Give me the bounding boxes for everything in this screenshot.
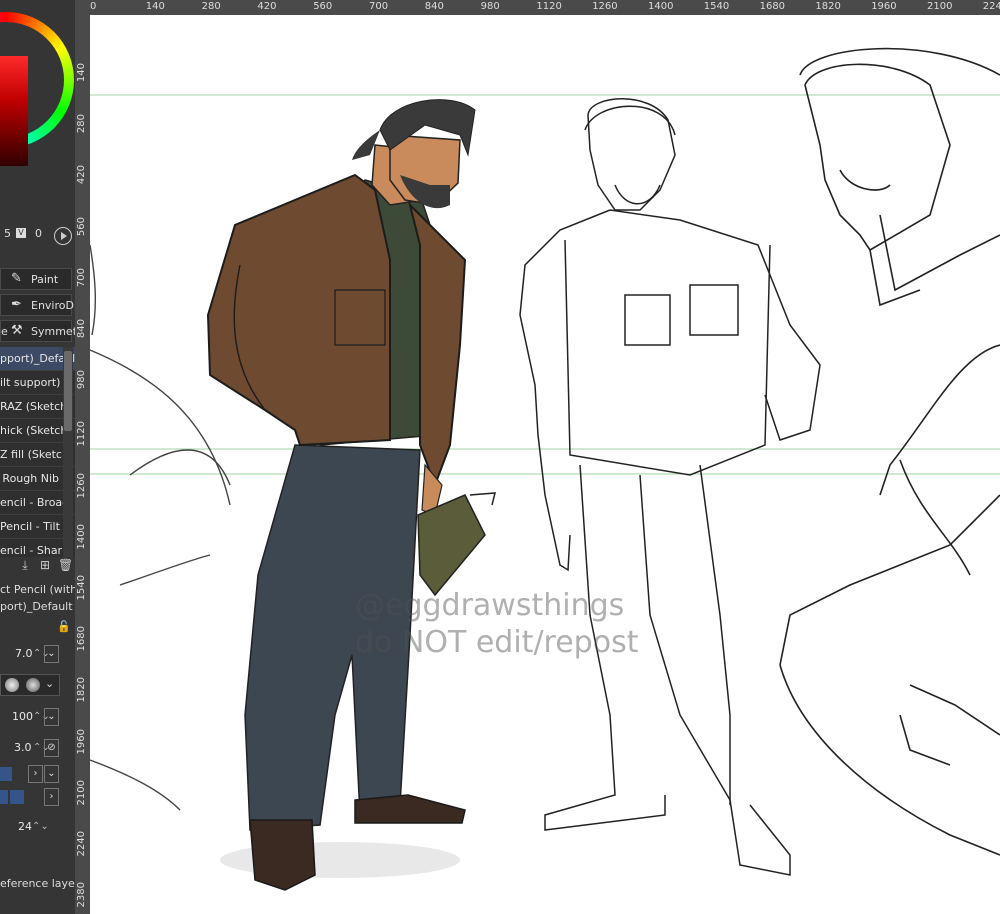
tool-symmetry-label: Symmet	[31, 325, 75, 338]
color-wheel-values: 5 V 0	[0, 224, 75, 245]
brush-list: pport)_Default ilt support) 3 RAZ (Sketc…	[0, 347, 75, 557]
ruler-tick-label: 1960	[871, 1, 897, 12]
color-value-2: 0	[35, 227, 42, 240]
opacity-value[interactable]: 100	[12, 710, 33, 723]
ruler-tick-label: 1260	[76, 472, 87, 499]
add-icon[interactable]: ⊞	[38, 558, 52, 572]
ruler-tick-label: 980	[480, 1, 500, 12]
drawing-canvas[interactable]: @eggdrawsthings do NOT edit/repost	[90, 15, 1000, 914]
ruler-tick-label: 840	[424, 1, 444, 12]
v-icon[interactable]: V	[16, 228, 26, 238]
tool-envirod[interactable]: ✒ EnviroD	[0, 294, 74, 316]
artwork	[90, 47, 1000, 891]
ruler-tick-label: 140	[76, 63, 87, 83]
chevron-down-icon[interactable]: ⌄	[45, 677, 54, 690]
ruler-tick-label: 1680	[759, 1, 786, 12]
ruler-tick-label: 700	[369, 1, 389, 12]
ruler-tick-label: 840	[76, 319, 87, 339]
density-row: 3.0 ⌃⌄ ⊘	[0, 738, 75, 758]
ruler-tick-label: 1680	[76, 626, 87, 652]
ruler-tick-label: 980	[76, 370, 87, 390]
mix-bar[interactable]	[0, 767, 12, 781]
stabilization-row: 24 ⌃⌄	[0, 817, 75, 837]
brush-icon: ✎	[11, 271, 22, 286]
pen-icon: ✒	[11, 297, 22, 312]
ruler-tick-label: 1400	[648, 1, 674, 12]
lock-row: 🔓	[0, 620, 75, 634]
color-value-1: 5	[4, 227, 11, 240]
spinner-icon[interactable]: ⌃⌄	[32, 821, 49, 832]
ruler-tick-label: 1820	[815, 1, 841, 12]
brush-list-scrollbar[interactable]	[63, 347, 73, 557]
tool-symmetry[interactable]: e ⚒ Symmet	[0, 320, 75, 342]
ruler-icon: ⚒	[11, 323, 23, 338]
ruler-tick-label: 2380	[76, 882, 87, 908]
size-value[interactable]: 7.0	[15, 647, 33, 660]
ruler-tick-label: 1120	[536, 1, 562, 12]
watermark: @eggdrawsthings do NOT edit/repost	[355, 587, 638, 661]
tip-circle-icon	[5, 678, 19, 692]
ruler-tick-label: 2240	[982, 1, 1000, 12]
tool-panel: 5 V 0 ✎ Paint ✒ EnviroD e ⚒ Symmet pport…	[0, 0, 75, 914]
ruler-tick-label: 0	[90, 1, 97, 12]
ruler-tick-label: 280	[76, 114, 87, 134]
pressure-icon[interactable]: ⌄	[44, 645, 59, 663]
color-mix-row: › ⌄	[0, 764, 75, 784]
pressure-icon[interactable]: ⌄	[44, 708, 59, 726]
tool-paint[interactable]: ✎ Paint	[0, 268, 72, 290]
slash-circle-icon[interactable]: ⊘	[44, 739, 59, 757]
pressure-icon[interactable]: ⌄	[44, 765, 59, 783]
brush-list-actions: ⤓ ⊞ 🗑	[0, 557, 75, 575]
ruler-tick-label: 560	[313, 1, 333, 12]
tip-soft-icon	[26, 678, 40, 692]
ruler-tick-label: 420	[76, 165, 87, 185]
ruler-tick-label: 1260	[592, 1, 618, 12]
mix-bar[interactable]	[10, 790, 24, 804]
ruler-tick-label: 1960	[76, 728, 87, 755]
ruler-tick-label: 1820	[76, 677, 87, 703]
sketch-heads	[779, 47, 1000, 856]
ruler-tick-label: 2100	[927, 1, 953, 12]
brush-name: ct Pencil (with ti	[0, 583, 75, 596]
mix-bar[interactable]	[0, 790, 8, 804]
trash-icon[interactable]: 🗑	[58, 558, 73, 572]
chevron-right-icon[interactable]: ›	[28, 765, 43, 783]
ruler-tick-label: 140	[145, 1, 165, 12]
density-value[interactable]: 3.0	[14, 741, 32, 754]
sketch-character	[519, 98, 821, 876]
ruler-tick-label: 1540	[76, 575, 87, 601]
ruler-tick-label: 1400	[76, 523, 87, 550]
watermark-line-1: @eggdrawsthings	[355, 588, 625, 623]
color-saturation-square[interactable]	[0, 56, 28, 166]
reference-layer-label[interactable]: eference layer	[0, 877, 75, 890]
ruler-tick-label: 560	[76, 216, 87, 236]
mix-row-2: ›	[0, 787, 75, 807]
play-icon[interactable]	[54, 227, 72, 245]
brush-subname: port)_Default	[0, 600, 73, 613]
lock-icon[interactable]: 🔓	[57, 620, 71, 633]
download-icon[interactable]: ⤓	[18, 558, 32, 572]
watermark-line-2: do NOT edit/repost	[355, 625, 639, 660]
ruler-tick-label: 280	[201, 1, 221, 12]
ruler-vertical[interactable]: 140 280 420 560 700 840 980 1120 1260 1400 1540 168…	[75, 15, 91, 914]
chevron-right-icon[interactable]: ›	[44, 788, 59, 806]
opacity-row: 100 ⌃⌄ ⌄	[0, 707, 75, 727]
ruler-tick-label: 2240	[76, 831, 87, 857]
brush-tip-row: ⌄	[0, 674, 75, 696]
stabilization-value[interactable]: 24	[18, 820, 32, 833]
ruler-tick-label: 420	[257, 1, 277, 12]
ruler-tick-label: 1120	[76, 421, 87, 447]
tool-partial-label: e	[1, 325, 8, 338]
tool-envirod-label: EnviroD	[31, 299, 74, 312]
ruler-tick-label: 700	[76, 267, 87, 287]
ruler-horizontal[interactable]: 0 140 280 420 560 700 840 980 1120 1260 1400 1540 16…	[75, 0, 1000, 16]
ruler-tick-label: 2100	[76, 779, 87, 806]
tool-paint-label: Paint	[31, 273, 59, 286]
ruler-tick-label: 1540	[703, 1, 730, 12]
size-row: 7.0 ⌃⌄ ⌄	[0, 644, 75, 664]
colored-character	[206, 99, 496, 891]
